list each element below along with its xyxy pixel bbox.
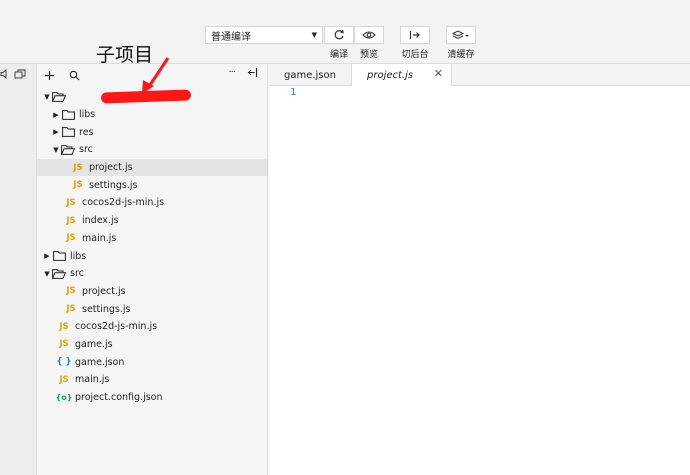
tree-item-label: settings.js bbox=[82, 303, 131, 315]
preview-label: 预览 bbox=[359, 50, 378, 60]
tree-item-label: res bbox=[79, 126, 94, 138]
tree-item-label: project.config.json bbox=[75, 392, 163, 404]
tree-item-label: game.js bbox=[75, 338, 113, 350]
activity-strip bbox=[0, 64, 37, 475]
clear-cache-label: 清缓存 bbox=[447, 50, 475, 60]
tree-folder-item[interactable]: ▶ res bbox=[37, 123, 267, 141]
js-file-icon: JS bbox=[73, 162, 83, 173]
chevron-down-icon[interactable]: ▼ bbox=[42, 93, 52, 101]
tree-file-item[interactable]: { } game.json bbox=[37, 353, 267, 371]
refresh-icon bbox=[324, 26, 354, 44]
tree-file-item[interactable]: JS index.js bbox=[37, 212, 267, 230]
tab-label: game.json bbox=[284, 69, 336, 81]
tab-game-json[interactable]: game.json bbox=[269, 64, 352, 86]
chevron-right-icon[interactable]: ▶ bbox=[42, 252, 52, 260]
tree-item-label: main.js bbox=[75, 374, 110, 386]
js-file-icon: JS bbox=[66, 215, 76, 226]
tree-item-label: cocos2d-js-min.js bbox=[82, 197, 165, 209]
collapse-panel-icon[interactable] bbox=[247, 67, 258, 78]
add-icon[interactable] bbox=[44, 70, 55, 81]
preview-button[interactable]: 预览 bbox=[352, 26, 386, 60]
tree-item-label: index.js bbox=[82, 215, 119, 227]
folder-open-icon bbox=[52, 91, 66, 102]
compile-mode-select[interactable]: 普通编译 ▼ bbox=[205, 26, 323, 44]
tree-file-item[interactable]: JS project.js bbox=[37, 158, 267, 177]
tree-file-item[interactable]: {o} project.config.json bbox=[37, 389, 267, 407]
folder-icon bbox=[61, 127, 75, 138]
js-file-icon: JS bbox=[59, 374, 69, 385]
tree-file-item[interactable]: JS game.js bbox=[37, 336, 267, 354]
switch-background-icon bbox=[400, 26, 430, 44]
folder-icon bbox=[52, 251, 66, 261]
tree-file-item[interactable]: JS project.js bbox=[37, 283, 267, 301]
js-file-icon: JS bbox=[59, 339, 69, 350]
switch-background-button[interactable]: 切后台 bbox=[398, 26, 432, 60]
js-file-icon: JS bbox=[66, 286, 76, 297]
tree-folder-item[interactable]: ▶ libs bbox=[37, 247, 267, 265]
eye-icon bbox=[354, 26, 384, 44]
ide-window: 普通编译 ▼ 编译 预览 切后台 清缓存 子项目 ··· ▼ ▶ libs ▶ … bbox=[0, 0, 690, 475]
chevron-down-icon[interactable]: ▼ bbox=[42, 270, 52, 278]
tree-item-label: project.js bbox=[82, 285, 126, 297]
more-icon[interactable]: ··· bbox=[228, 67, 235, 78]
tree-item-label: game.json bbox=[75, 356, 125, 368]
js-file-icon: JS bbox=[66, 304, 76, 315]
config-file-icon: {o} bbox=[55, 393, 73, 403]
tree-item-label: src bbox=[79, 144, 93, 156]
tree-file-item[interactable]: JS cocos2d-js-min.js bbox=[37, 318, 267, 336]
file-tree: ▼ ▶ libs ▶ res ▼ src JS project.js JS settings.js J… bbox=[37, 86, 267, 406]
compile-label: 编译 bbox=[329, 50, 348, 60]
switch-background-label: 切后台 bbox=[401, 50, 429, 60]
compile-button[interactable]: 编译 bbox=[322, 26, 356, 60]
tree-file-item[interactable]: JS cocos2d-js-min.js bbox=[37, 194, 267, 212]
tree-folder-item[interactable]: ▼ src bbox=[37, 265, 267, 283]
tree-item-label: src bbox=[70, 268, 84, 280]
tree-item-label: project.js bbox=[89, 162, 133, 174]
tree-file-item[interactable]: JS main.js bbox=[37, 230, 267, 248]
json-file-icon: { } bbox=[56, 357, 72, 368]
speaker-icon[interactable] bbox=[0, 69, 10, 79]
code-editor: game.json project.js ✕ 1 bbox=[269, 64, 690, 475]
tree-item-label: cocos2d-js-min.js bbox=[75, 321, 158, 333]
chevron-down-icon[interactable]: ▼ bbox=[51, 146, 61, 154]
js-file-icon: JS bbox=[59, 321, 69, 332]
file-explorer: ··· ▼ ▶ libs ▶ res ▼ src JS project.js JS settings… bbox=[37, 64, 268, 475]
folder-icon bbox=[61, 109, 75, 120]
caret-down-icon: ▼ bbox=[311, 31, 317, 39]
tree-item-label: main.js bbox=[82, 232, 117, 244]
editor-tabs: game.json project.js ✕ bbox=[269, 64, 690, 86]
tree-item-label: libs bbox=[70, 250, 87, 262]
js-file-icon: JS bbox=[73, 180, 83, 191]
line-number: 1 bbox=[290, 87, 296, 98]
tree-file-item[interactable]: JS main.js bbox=[37, 371, 267, 389]
js-file-icon: JS bbox=[66, 233, 76, 244]
window-icon[interactable] bbox=[14, 69, 26, 79]
layers-icon bbox=[446, 26, 476, 44]
folder-open-icon bbox=[61, 145, 75, 155]
tree-item-label: settings.js bbox=[89, 179, 138, 191]
tab-label: project.js bbox=[367, 69, 414, 81]
chevron-right-icon[interactable]: ▶ bbox=[51, 128, 61, 136]
close-icon[interactable]: ✕ bbox=[434, 67, 443, 80]
tree-item-label: libs bbox=[79, 109, 96, 121]
chevron-right-icon[interactable]: ▶ bbox=[51, 111, 61, 119]
tree-folder-item[interactable]: ▶ libs bbox=[37, 106, 267, 124]
js-file-icon: JS bbox=[66, 197, 76, 208]
compile-mode-value: 普通编译 bbox=[211, 31, 251, 43]
tree-file-item[interactable]: JS settings.js bbox=[37, 176, 267, 194]
folder-open-icon bbox=[52, 268, 66, 279]
tab-project-js[interactable]: project.js ✕ bbox=[352, 64, 452, 86]
clear-cache-button[interactable]: 清缓存 bbox=[444, 26, 478, 60]
tree-file-item[interactable]: JS settings.js bbox=[37, 300, 267, 318]
search-icon[interactable] bbox=[69, 70, 80, 81]
tree-folder-item[interactable]: ▼ src bbox=[37, 141, 267, 159]
annotation-arrow bbox=[142, 57, 170, 94]
